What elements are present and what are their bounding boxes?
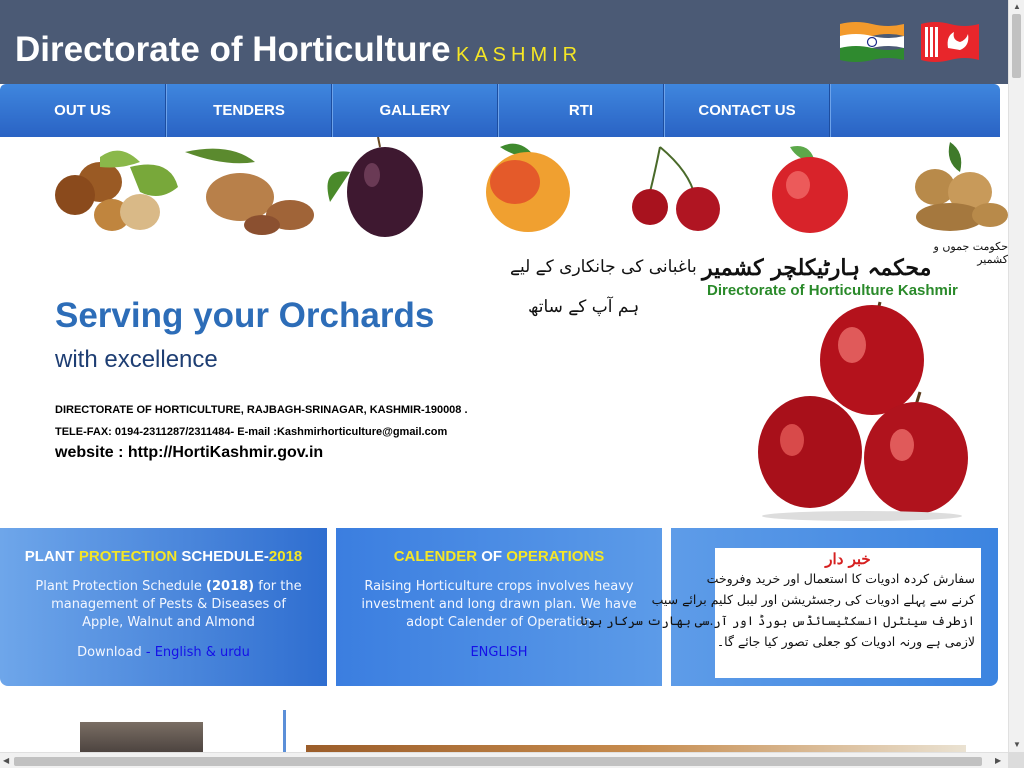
website-text: website : http://HortiKashmir.gov.in [55,444,324,461]
telefax-email-text: TELE-FAX: 0194-2311287/2311484- E-mail :… [55,426,448,438]
cherry-icon [632,146,720,231]
officer-portrait-image [80,722,203,752]
horizontal-scroll-thumb[interactable] [14,757,982,766]
page-viewport: Directorate of Horticulture KASHMIR OUT … [0,0,1008,752]
scroll-left-arrow-icon[interactable]: ◀ [3,756,9,765]
urdu-slogan-line-2: ہم آپ کے ساتھ [528,297,640,317]
section-divider [283,710,286,752]
download-english-urdu-link[interactable]: English & urdu [155,645,250,660]
walnut-icon [915,142,1008,231]
calendar-english-link[interactable]: ENGLISH [470,645,527,660]
download-label: Download [77,645,142,660]
site-subtitle: KASHMIR [456,44,583,66]
warning-notice-card[interactable]: خبر دار سفارش کردہ ادویات کا استعمال اور… [580,548,981,678]
warning-line: سفارش کردہ ادویات کا استعمال اور خرید وف… [706,571,975,586]
main-nav: OUT US TENDERS GALLERY RTI CONTACT US [0,84,1000,137]
site-title: Directorate of Horticulture [15,30,451,69]
warning-line: ازطرف سینٹرل انسکٹیسائڈس بورڈ اور آر.سی … [580,613,975,628]
nav-item-tenders[interactable]: TENDERS [166,84,332,137]
calendar-link-row: ENGLISH [336,645,662,660]
india-flag-icon [840,22,904,62]
peach-icon [486,143,570,232]
vertical-scroll-thumb[interactable] [1012,14,1021,78]
hazelnut-icon [55,150,178,231]
site-header: Directorate of Horticulture KASHMIR [0,0,1008,84]
warning-box: خبر دار سفارش کردہ ادویات کا استعمال اور… [580,528,998,686]
horizontal-scrollbar[interactable]: ◀ ▶ [0,752,1008,768]
dept-name-english: Directorate of Horticulture Kashmir [707,282,958,299]
warning-title: خبر دار [825,550,871,568]
calendar-operations-box: CALENDER OF OPERATIONS Raising Horticult… [336,528,662,686]
urdu-dept-name: محکمہ ہارٹیکلچر کشمیر [702,255,932,281]
nav-item-gallery[interactable]: GALLERY [332,84,498,137]
plant-protection-box: PLANT PROTECTION SCHEDULE-2018 Plant Pro… [0,528,327,686]
plant-protection-title: PLANT PROTECTION SCHEDULE-2018 [24,548,303,565]
warning-line: کرنے سے پہلے ادویات کی رجسٹریشن اور لیبل… [651,592,975,607]
address-text: DIRECTORATE OF HORTICULTURE, RAJBAGH-SRI… [55,404,468,416]
almond-icon [185,148,314,235]
plant-protection-text: Plant Protection Schedule (2018) for the… [35,579,302,630]
nav-item-rti[interactable]: RTI [498,84,664,137]
vertical-scrollbar[interactable]: ▲ ▼ [1008,0,1024,752]
apples-pile-image [758,301,968,521]
tagline-sub: with excellence [55,346,218,373]
gallery-strip-image [306,745,966,752]
scroll-right-arrow-icon[interactable]: ▶ [995,756,1001,765]
nav-item-empty [830,84,1000,137]
warning-line: لازمی ہے ورنہ ادویات کو جعلی تصور کیا جا… [716,634,975,649]
jk-flag-icon [921,22,979,62]
plum-icon [327,137,423,237]
urdu-slogan-line-1: باغبانی کی جانکاری کے لیے [510,257,697,277]
nav-item-about-us[interactable]: OUT US [0,84,166,137]
scrollbar-corner [1008,752,1024,768]
apple-icon [772,146,848,233]
scroll-down-arrow-icon[interactable]: ▼ [1013,740,1021,749]
fruit-banner-image [55,137,1008,237]
tagline-main: Serving your Orchards [55,296,435,335]
nav-item-contact-us[interactable]: CONTACT US [664,84,830,137]
calendar-operations-title: CALENDER OF OPERATIONS [393,548,605,565]
plant-download-row: Download - English & urdu [77,645,250,660]
scroll-up-arrow-icon[interactable]: ▲ [1013,2,1021,11]
